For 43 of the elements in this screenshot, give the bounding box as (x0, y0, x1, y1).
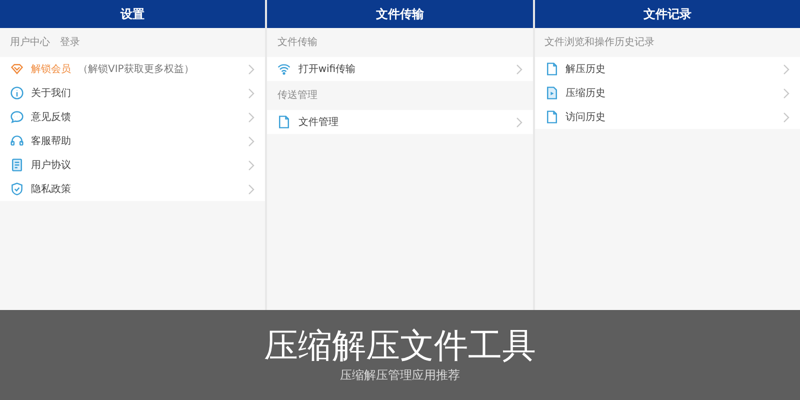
chevron-right-icon (248, 184, 256, 194)
section-header: 传送管理 (277, 89, 318, 103)
menu-label: 压缩历史 (566, 86, 606, 100)
menu-label: 客服帮助 (31, 134, 71, 148)
chevron-right-icon (782, 88, 790, 98)
menu-note: （解锁VIP获取更多权益） (78, 62, 194, 76)
file-icon (544, 62, 559, 76)
menu-label: 访问历史 (566, 110, 606, 124)
menu-label: 打开wifi传输 (298, 62, 356, 76)
media-file-icon (544, 86, 559, 100)
section-header: 文件浏览和操作历史记录 (544, 36, 655, 50)
menu-label: 关于我们 (31, 86, 71, 100)
section-header: 用户中心 (10, 36, 50, 50)
chevron-right-icon (248, 88, 256, 98)
menu-label: 解锁会员 (31, 62, 71, 76)
banner-title: 压缩解压文件工具 (264, 326, 536, 366)
chevron-right-icon (782, 112, 790, 122)
headset-icon (10, 134, 24, 148)
menu-label: 解压历史 (566, 62, 606, 76)
chevron-right-icon (516, 64, 523, 74)
menu-label: 隐私政策 (31, 182, 71, 196)
chevron-right-icon (248, 112, 256, 122)
info-icon (10, 86, 24, 100)
diamond-icon (10, 62, 24, 76)
shield-icon (10, 182, 24, 196)
chevron-right-icon (782, 64, 790, 74)
screen-title: 设置 (0, 0, 266, 28)
menu-label: 用户协议 (31, 158, 71, 172)
chevron-right-icon (516, 116, 523, 128)
chevron-right-icon (248, 160, 256, 170)
section-header: 文件传输 (277, 36, 318, 50)
chat-bubble-icon (10, 110, 24, 124)
file-icon (277, 115, 292, 129)
file-icon (544, 110, 559, 124)
menu-label: 文件管理 (298, 116, 338, 130)
screen-title: 文件记录 (534, 0, 800, 28)
banner-subtitle: 压缩解压管理应用推荐 (340, 367, 460, 384)
document-icon (10, 158, 24, 172)
menu-label: 意见反馈 (31, 110, 71, 124)
wifi-icon (277, 62, 292, 76)
chevron-right-icon (248, 64, 256, 74)
chevron-right-icon (248, 136, 256, 146)
screen-title: 文件传输 (267, 0, 533, 28)
